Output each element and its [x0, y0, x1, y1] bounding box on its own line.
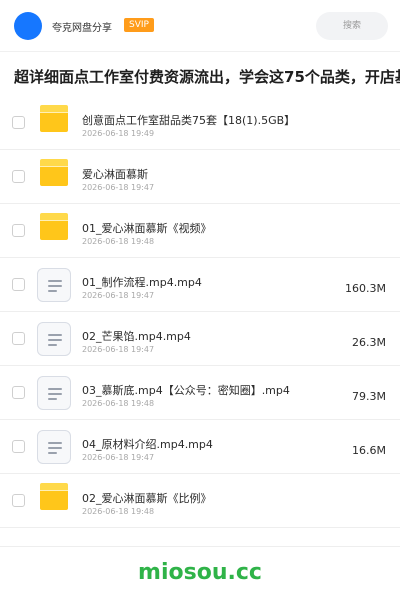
file-size: 160.3M: [345, 282, 386, 295]
file-size: 16.6M: [352, 444, 386, 457]
share-page: 夸克网盘分享 SVIP 搜索 超详细面点工作室付费资源流出，学会这75个品类，开…: [0, 0, 400, 600]
file-row[interactable]: 04_原材料介绍.mp4.mp4 2026-06-18 19:47 16.6M: [0, 420, 400, 474]
file-name[interactable]: 爱心淋面慕斯: [82, 166, 322, 182]
share-name: 夸克网盘分享: [52, 23, 112, 34]
file-size: 26.3M: [352, 336, 386, 349]
file-name[interactable]: 02_芒果馅.mp4.mp4: [82, 328, 322, 344]
file-date: 2026-06-18 19:48: [82, 507, 155, 516]
header: 夸克网盘分享 SVIP 搜索: [0, 0, 400, 52]
select-checkbox[interactable]: [12, 170, 25, 183]
file-row[interactable]: 创意面点工作室甜品类75套【18(1).5GB】 2026-06-18 19:49: [0, 96, 400, 150]
watermark: miosou.cc: [138, 560, 262, 585]
file-row[interactable]: 02_芒果馅.mp4.mp4 2026-06-18 19:47 26.3M: [0, 312, 400, 366]
file-row[interactable]: 爱心淋面慕斯 2026-06-18 19:47: [0, 150, 400, 204]
file-row[interactable]: 03_慕斯底.mp4【公众号：密知圈】.mp4 2026-06-18 19:48 7…: [0, 366, 400, 420]
file-name[interactable]: 01_制作流程.mp4.mp4: [82, 274, 322, 290]
folder-icon: [40, 105, 68, 132]
file-name[interactable]: 03_慕斯底.mp4【公众号：密知圈】.mp4: [82, 382, 322, 398]
select-checkbox[interactable]: [12, 386, 25, 399]
file-row[interactable]: 01_制作流程.mp4.mp4 2026-06-18 19:47 160.3M: [0, 258, 400, 312]
file-date: 2026-06-18 19:47: [82, 345, 155, 354]
video-file-icon: [37, 376, 71, 410]
file-date: 2026-06-18 19:47: [82, 453, 155, 462]
file-date: 2026-06-18 19:47: [82, 183, 155, 192]
file-date: 2026-06-18 19:48: [82, 399, 155, 408]
file-list: 创意面点工作室甜品类75套【18(1).5GB】 2026-06-18 19:49…: [0, 96, 400, 528]
file-name[interactable]: 04_原材料介绍.mp4.mp4: [82, 436, 322, 452]
select-checkbox[interactable]: [12, 440, 25, 453]
folder-icon: [40, 483, 68, 510]
file-name[interactable]: 创意面点工作室甜品类75套【18(1).5GB】: [82, 112, 322, 128]
select-checkbox[interactable]: [12, 332, 25, 345]
file-date: 2026-06-18 19:47: [82, 291, 155, 300]
divider: [0, 546, 400, 547]
select-checkbox[interactable]: [12, 494, 25, 507]
video-file-icon: [37, 322, 71, 356]
svip-badge: SVIP: [124, 18, 154, 32]
file-name[interactable]: 01_爱心淋面慕斯《视频》: [82, 220, 322, 236]
file-row[interactable]: 01_爱心淋面慕斯《视频》 2026-06-18 19:48: [0, 204, 400, 258]
avatar[interactable]: [14, 12, 42, 40]
file-date: 2026-06-18 19:49: [82, 129, 155, 138]
select-checkbox[interactable]: [12, 224, 25, 237]
folder-icon: [40, 159, 68, 186]
page-title: 超详细面点工作室付费资源流出，学会这75个品类，开店基: [14, 68, 400, 86]
file-date: 2026-06-18 19:48: [82, 237, 155, 246]
select-checkbox[interactable]: [12, 278, 25, 291]
file-row[interactable]: 02_爱心淋面慕斯《比例》 2026-06-18 19:48: [0, 474, 400, 528]
folder-icon: [40, 213, 68, 240]
video-file-icon: [37, 268, 71, 302]
file-name[interactable]: 02_爱心淋面慕斯《比例》: [82, 490, 322, 506]
file-size: 79.3M: [352, 390, 386, 403]
search-input[interactable]: 搜索: [316, 12, 388, 40]
video-file-icon: [37, 430, 71, 464]
select-checkbox[interactable]: [12, 116, 25, 129]
